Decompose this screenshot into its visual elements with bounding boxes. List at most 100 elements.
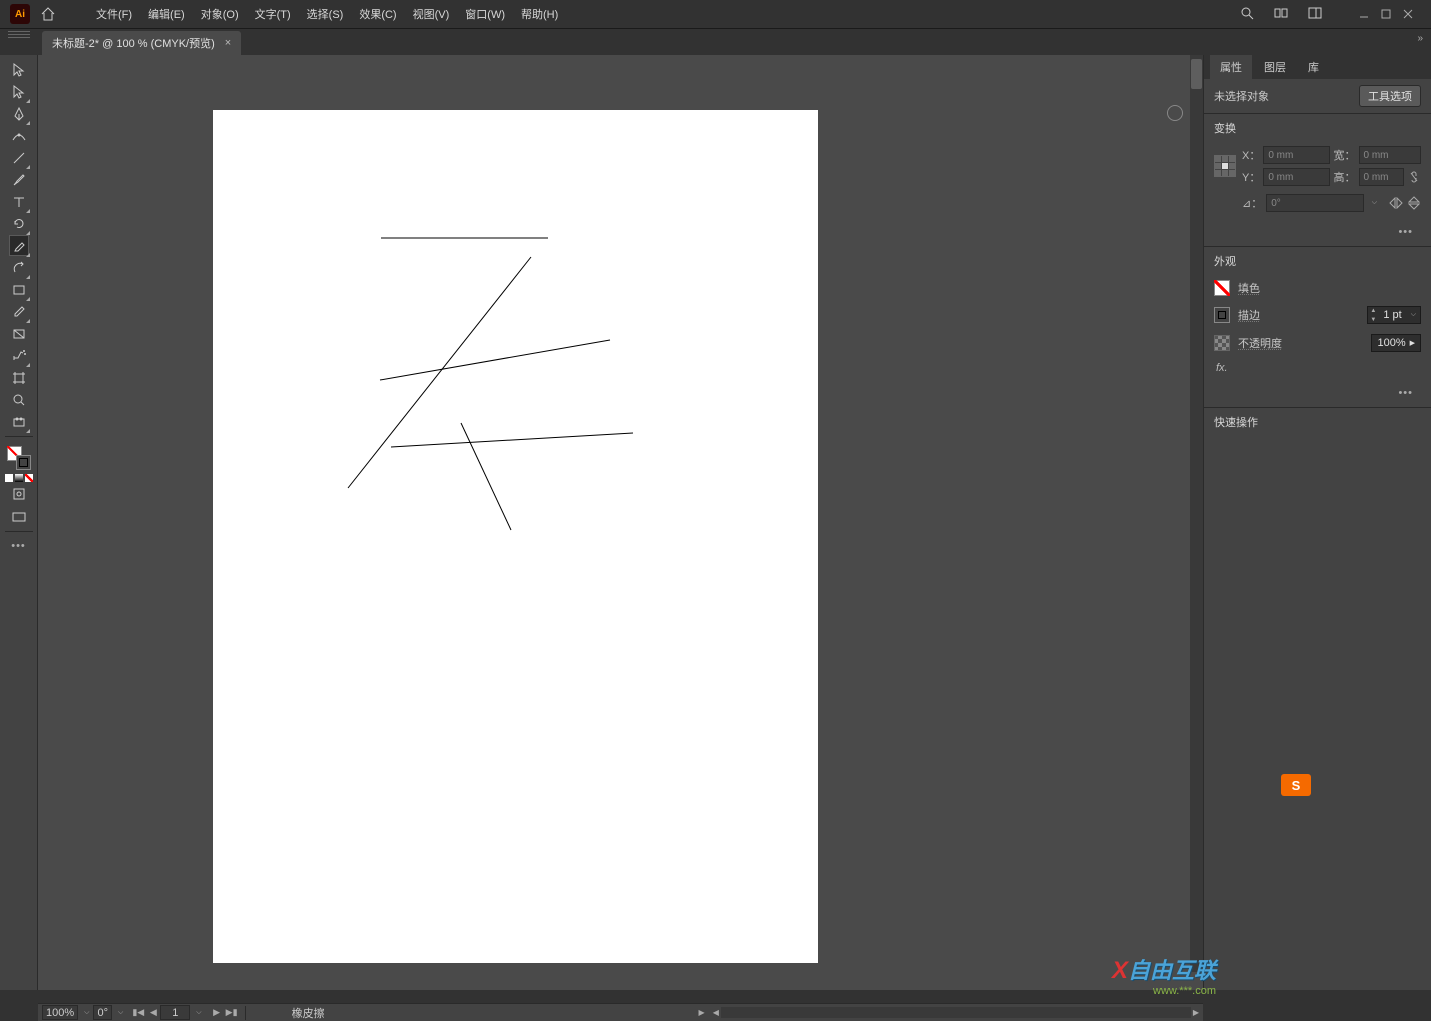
tab-layers[interactable]: 图层	[1254, 55, 1296, 79]
fill-swatch[interactable]	[1214, 280, 1230, 296]
selection-tool[interactable]	[9, 59, 29, 80]
statusbar: 100% ⌵ 0° ⌵ ▮◀ ◀ 1 ⌵ ▶ ▶▮ 橡皮擦 ▶ ◀ ▶	[38, 1003, 1203, 1021]
window-maximize-btn[interactable]	[1375, 6, 1397, 22]
rotation-field[interactable]: 0°	[93, 1005, 112, 1020]
artboard-dropdown-icon[interactable]: ⌵	[192, 1009, 205, 1017]
stroke-weight-dropdown-icon[interactable]: ⌵	[1407, 311, 1420, 319]
zoom-dropdown-icon[interactable]: ⌵	[80, 1009, 93, 1017]
menu-edit[interactable]: 编辑(E)	[140, 2, 193, 26]
color-mode-icon[interactable]	[5, 474, 13, 482]
panel-tabs: 属性 图层 库	[1204, 55, 1431, 79]
artboard-number-field[interactable]: 1	[160, 1005, 190, 1020]
vertical-scrollbar[interactable]	[1190, 55, 1203, 972]
rotate-field[interactable]: 0°	[1266, 194, 1363, 212]
hand-tool[interactable]	[9, 411, 29, 432]
transform-h-field[interactable]: 0 mm	[1359, 168, 1405, 186]
line-tool[interactable]	[9, 147, 29, 168]
window-close-btn[interactable]	[1397, 6, 1419, 22]
scroll-right-icon[interactable]: ▶	[1193, 1008, 1199, 1017]
next-artboard-icon[interactable]: ▶	[210, 1006, 224, 1020]
close-tab-icon[interactable]: ×	[225, 37, 231, 49]
document-tabbar: 未标题-2* @ 100 % (CMYK/预览) × »	[0, 29, 1431, 55]
menu-select[interactable]: 选择(S)	[299, 2, 352, 26]
stroke-label[interactable]: 描边	[1238, 307, 1260, 323]
prev-artboard-icon[interactable]: ◀	[146, 1006, 160, 1020]
zoom-tool[interactable]	[9, 389, 29, 410]
document-tab[interactable]: 未标题-2* @ 100 % (CMYK/预览) ×	[42, 31, 241, 55]
canvas-area[interactable]	[38, 55, 1203, 990]
quick-actions-section-title: 快速操作	[1204, 407, 1431, 436]
type-tool[interactable]	[9, 191, 29, 212]
flip-horizontal-icon[interactable]	[1389, 196, 1403, 210]
rotation-dropdown-icon[interactable]: ⌵	[114, 1009, 127, 1017]
no-selection-label: 未选择对象	[1214, 88, 1269, 104]
symbol-sprayer-tool[interactable]	[9, 345, 29, 366]
transform-more-icon[interactable]: •••	[1390, 224, 1421, 240]
draw-mode-icon[interactable]	[11, 486, 27, 505]
menu-type[interactable]: 文字(T)	[247, 2, 299, 26]
menu-file[interactable]: 文件(F)	[88, 2, 140, 26]
ime-badge: S	[1281, 774, 1311, 796]
last-artboard-icon[interactable]: ▶▮	[225, 1006, 239, 1020]
menu-window[interactable]: 窗口(W)	[457, 2, 513, 26]
status-play-icon[interactable]: ▶	[699, 1008, 705, 1017]
eraser-tool[interactable]	[9, 235, 29, 256]
paintbrush-tool[interactable]	[9, 169, 29, 190]
stroke-swatch[interactable]	[1214, 307, 1230, 323]
step-down-icon[interactable]: ▼	[1368, 315, 1378, 324]
menu-object[interactable]: 对象(O)	[193, 2, 247, 26]
rectangle-tool[interactable]	[9, 279, 29, 300]
stroke-weight-field[interactable]: ▲▼ 1 pt ⌵	[1367, 306, 1421, 324]
gradient-tool[interactable]	[9, 323, 29, 344]
current-tool-label: 橡皮擦	[292, 1005, 325, 1021]
scroll-left-icon[interactable]: ◀	[713, 1008, 719, 1017]
tab-properties[interactable]: 属性	[1210, 55, 1252, 79]
rotate-dropdown-icon[interactable]: ⌵	[1368, 199, 1381, 207]
zoom-field[interactable]: 100%	[42, 1005, 78, 1020]
transform-y-field[interactable]: 0 mm	[1263, 168, 1329, 186]
reference-point-picker[interactable]	[1214, 155, 1236, 177]
arrange-documents-icon[interactable]	[1273, 5, 1289, 24]
tool-options-button[interactable]: 工具选项	[1359, 85, 1421, 107]
rotate-tool[interactable]	[9, 213, 29, 234]
pen-tool[interactable]	[9, 103, 29, 124]
edit-toolbar-icon[interactable]: •••	[9, 535, 29, 556]
eyedropper-tool[interactable]	[9, 301, 29, 322]
none-mode-icon[interactable]	[25, 474, 33, 482]
constrain-proportions-icon[interactable]	[1407, 170, 1421, 184]
search-icon[interactable]	[1239, 5, 1255, 24]
properties-panel: 属性 图层 库 未选择对象 工具选项 变换 X：0 mm 宽：0 mm Y：0 …	[1203, 55, 1431, 990]
workspace-switcher-icon[interactable]	[1307, 5, 1323, 24]
tabbar-overflow-icon[interactable]: »	[1417, 33, 1423, 44]
transform-x-field[interactable]: 0 mm	[1263, 146, 1329, 164]
menu-effect[interactable]: 效果(C)	[351, 2, 404, 26]
horizontal-scrollbar[interactable]	[721, 1007, 1191, 1018]
gradient-mode-icon[interactable]	[15, 474, 23, 482]
artboard-tool[interactable]	[9, 367, 29, 388]
menubar: Ai 文件(F) 编辑(E) 对象(O) 文字(T) 选择(S) 效果(C) 视…	[0, 0, 1431, 29]
menu-view[interactable]: 视图(V)	[405, 2, 458, 26]
tab-libraries[interactable]: 库	[1298, 55, 1329, 79]
screen-mode-icon[interactable]	[11, 509, 27, 528]
fill-stroke-swatch[interactable]	[5, 446, 33, 528]
direct-selection-tool[interactable]	[9, 81, 29, 102]
reference-circle-icon	[1167, 105, 1183, 121]
first-artboard-icon[interactable]: ▮◀	[131, 1006, 145, 1020]
fill-label[interactable]: 填色	[1238, 280, 1260, 296]
artboard[interactable]	[213, 110, 818, 963]
curvature-tool[interactable]	[9, 125, 29, 146]
step-up-icon[interactable]: ▲	[1368, 306, 1378, 315]
flip-vertical-icon[interactable]	[1407, 196, 1421, 210]
scale-tool[interactable]	[9, 257, 29, 278]
opacity-field[interactable]: 100% ▶	[1371, 334, 1421, 352]
grip-icon[interactable]	[8, 31, 30, 41]
transform-w-field[interactable]: 0 mm	[1359, 146, 1422, 164]
appearance-section-title: 外观	[1204, 246, 1431, 275]
opacity-swatch[interactable]	[1214, 335, 1230, 351]
opacity-label[interactable]: 不透明度	[1238, 335, 1282, 351]
home-icon[interactable]	[38, 4, 58, 24]
appearance-more-icon[interactable]: •••	[1390, 385, 1421, 401]
fx-button[interactable]: fx.	[1214, 362, 1230, 374]
window-minimize-btn[interactable]	[1353, 6, 1375, 22]
menu-help[interactable]: 帮助(H)	[513, 2, 566, 26]
